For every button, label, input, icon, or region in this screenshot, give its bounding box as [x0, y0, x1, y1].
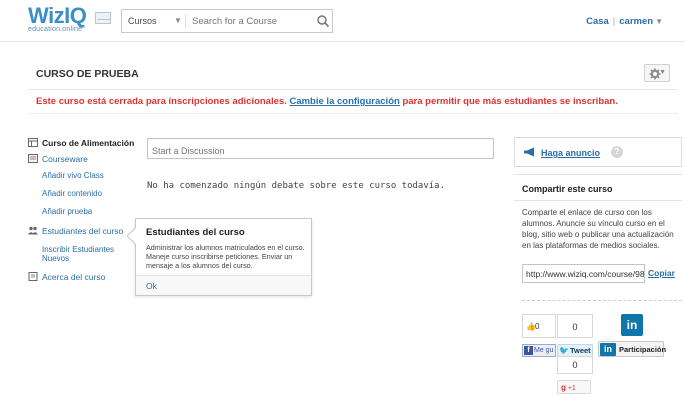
start-discussion-input[interactable]	[147, 138, 494, 159]
logo-text: WizIQ	[28, 3, 87, 28]
share-course-panel: Compartir este curso Comparte el enlace …	[514, 174, 682, 299]
sidebar-item-label: Courseware	[42, 154, 88, 164]
divider	[514, 200, 682, 201]
copy-link-button[interactable]: Copiar	[648, 268, 675, 278]
facebook-like-count: 👍 0	[522, 314, 556, 338]
search-divider	[185, 14, 186, 28]
mail-icon[interactable]	[95, 12, 111, 24]
top-bar: WizIQ education.online Cursos ▼ Casa|car…	[0, 0, 685, 42]
wiziq-logo[interactable]: WizIQ education.online	[28, 3, 87, 34]
settings-menu-button[interactable]: ▼	[644, 64, 670, 82]
facebook-like-button[interactable]: f Me gu	[522, 344, 556, 357]
google-plus-count: 0	[557, 356, 593, 374]
chevron-down-icon: ▼	[659, 69, 666, 76]
logo-tagline: education.online	[28, 26, 83, 33]
megaphone-icon	[524, 147, 534, 157]
alert-text-suffix: para permitir que más estudiantes se ins…	[402, 96, 618, 107]
home-link[interactable]: Casa	[586, 16, 609, 27]
sidebar-item-label: Acerca del curso	[42, 272, 106, 282]
course-header: CURSO DE PRUEBA ▼	[28, 60, 678, 90]
popover-ok-button[interactable]: Ok	[146, 281, 157, 291]
google-plus-label: +1	[567, 385, 576, 392]
change-settings-link[interactable]: Cambie la configuración	[289, 96, 399, 107]
popover-title: Estudiantes del curso	[146, 227, 245, 238]
make-announcement-link[interactable]: Haga anuncio	[541, 148, 600, 158]
popover-body: Administrar los alumnos matriculados en …	[146, 243, 305, 270]
linkedin-icon: in	[600, 343, 616, 356]
sidebar-item-add-live-class[interactable]: Añadir vivo Class	[28, 169, 138, 187]
username-menu[interactable]: carmen	[619, 16, 653, 27]
courseware-icon	[28, 154, 38, 163]
linkedin-share-button[interactable]: in Participación	[598, 341, 667, 357]
google-plus-icon: g	[561, 383, 566, 392]
facebook-icon: f	[524, 346, 533, 355]
page-title: CURSO DE PRUEBA	[36, 68, 139, 80]
students-icon	[28, 226, 38, 235]
about-icon	[28, 272, 38, 281]
empty-discussions-text: No ha comenzado ningún debate sobre este…	[147, 181, 446, 191]
share-description: Comparte el enlace de curso con los alum…	[522, 208, 674, 250]
students-tooltip-popover: Estudiantes del curso Administrar los al…	[126, 218, 312, 296]
sidebar-item-add-test[interactable]: Añadir prueba	[28, 205, 138, 225]
user-area: Casa | carmen ▼	[586, 16, 663, 27]
sidebar-item-label: Estudiantes del curso	[42, 226, 124, 236]
linkedin-icon[interactable]: in	[621, 314, 643, 336]
sidebar-item-about-course[interactable]: Acerca del curso	[28, 271, 138, 287]
google-plus-button[interactable]: g +1	[557, 380, 591, 394]
help-icon[interactable]: ?	[611, 146, 623, 158]
sidebar-item-courseware[interactable]: Courseware	[28, 153, 138, 169]
chevron-down-icon[interactable]: ▼	[174, 16, 182, 25]
twitter-bird-icon: 🐦	[559, 346, 569, 355]
user-separator: |	[612, 16, 616, 27]
tweet-label: Tweet	[569, 346, 591, 355]
search-input[interactable]	[192, 13, 312, 29]
search-icon[interactable]	[316, 14, 330, 28]
linkedin-label: Participación	[619, 345, 667, 354]
course-feed-icon	[28, 138, 38, 147]
popover-footer: Ok	[136, 275, 311, 295]
course-sidebar: Curso de Alimentación Courseware Añadir …	[28, 137, 138, 287]
course-url-field[interactable]: http://www.wiziq.com/course/98	[522, 264, 645, 283]
thumbs-up-icon: 👍	[526, 322, 536, 331]
alert-text-prefix: Este curso está cerrada para inscripcion…	[36, 96, 287, 107]
announce-box: Haga anuncio ?	[514, 137, 682, 167]
sidebar-item-course-students[interactable]: Estudiantes del curso	[28, 225, 138, 243]
tweet-count: 0	[557, 314, 593, 338]
enrollment-closed-alert: Este curso está cerrada para inscripcion…	[28, 90, 678, 114]
chevron-down-icon[interactable]: ▼	[655, 17, 663, 26]
sidebar-item-label: Curso de Alimentación	[42, 138, 135, 148]
search-bar: Cursos ▼	[121, 9, 333, 33]
share-heading: Compartir este curso	[522, 184, 613, 194]
sidebar-item-enroll-new-students[interactable]: Inscribir Estudiantes Nuevos	[28, 243, 118, 271]
facebook-like-label: Me gu	[534, 347, 554, 354]
divider	[522, 300, 682, 301]
sidebar-item-add-content[interactable]: Añadir contenido	[28, 187, 138, 205]
sidebar-item-course-feed[interactable]: Curso de Alimentación	[28, 137, 138, 153]
search-category-select[interactable]: Cursos	[128, 16, 157, 26]
